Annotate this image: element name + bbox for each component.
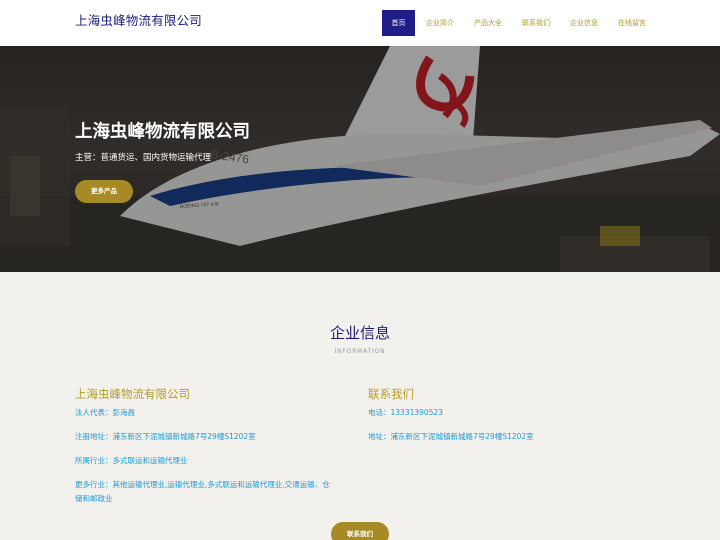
nav-company-intro[interactable]: 企业简介 xyxy=(416,10,464,36)
nav-company-info[interactable]: 企业信息 xyxy=(560,10,608,36)
nav-home[interactable]: 首页 xyxy=(382,10,415,36)
nav-contact[interactable]: 联系我们 xyxy=(512,10,560,36)
company-name-heading: 上海虫峰物流有限公司 xyxy=(75,387,190,401)
industry: 所属行业：多式联运和运输代理业 xyxy=(75,456,188,465)
nav-message[interactable]: 在线留言 xyxy=(608,10,656,36)
site-header: 上海虫峰物流有限公司 首页 企业简介 产品大全 联系我们 企业信息 在线留言 xyxy=(0,0,720,46)
registered-address: 注册地址：浦东新区下泥城镇新城路7号29幢S1202室 xyxy=(75,432,256,441)
legal-rep: 法人代表：彭海昌 xyxy=(75,408,135,417)
info-section-subtitle: INFORMATION xyxy=(334,348,386,355)
hero-banner: B-2476 BOEING 747-4J6 上海虫峰物流有限公司 主营：普通货运… xyxy=(0,46,720,272)
contact-address: 地址：浦东新区下泥城镇新城路7号29幢S1202室 xyxy=(368,432,534,441)
more-industry-line-2: 储和邮政业 xyxy=(75,494,113,503)
site-brand[interactable]: 上海虫峰物流有限公司 xyxy=(75,10,202,29)
more-products-button[interactable]: 更多产品 xyxy=(75,180,133,203)
hero-subtitle: 主营：普通货运、国内货物运输代理 xyxy=(75,153,212,163)
contact-us-button[interactable]: 联系我们 xyxy=(331,522,389,540)
contact-heading: 联系我们 xyxy=(368,387,414,401)
contact-phone: 电话：13331390523 xyxy=(368,408,443,417)
nav-products[interactable]: 产品大全 xyxy=(464,10,512,36)
hero-title: 上海虫峰物流有限公司 xyxy=(75,122,250,142)
info-section-title: 企业信息 xyxy=(329,324,390,342)
main-nav: 首页 企业简介 产品大全 联系我们 企业信息 在线留言 xyxy=(382,10,656,36)
more-industry-line-1: 更多行业：其他运输代理业,运输代理业,多式联运和运输代理业,交通运输、仓 xyxy=(75,480,330,489)
